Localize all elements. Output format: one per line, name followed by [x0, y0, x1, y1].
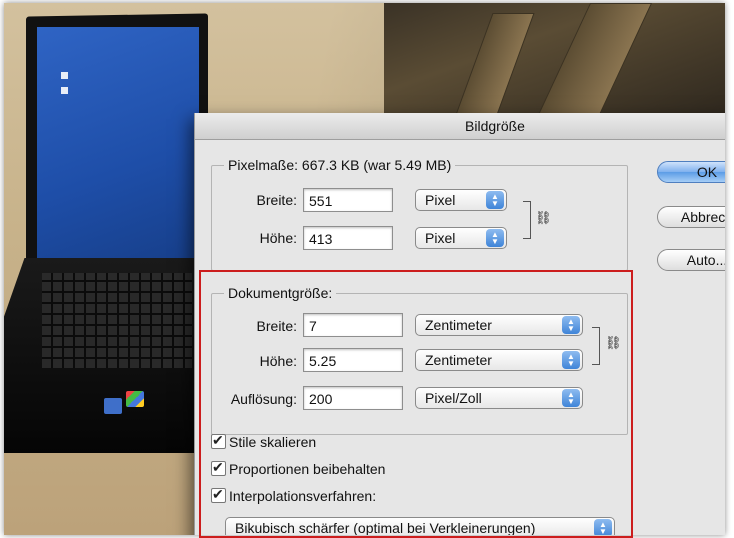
doc-width-label: Breite:: [256, 318, 297, 334]
checkbox-label: Proportionen beibehalten: [229, 461, 386, 477]
pixel-dimensions-group: Pixelmaße: 667.3 KB (war 5.49 MB): [211, 157, 628, 271]
interpolation-method-value: Bikubisch schärfer (optimal bei Verklein…: [235, 520, 536, 535]
resolution-field[interactable]: 200: [303, 386, 403, 410]
interpolation-method-popup[interactable]: Bikubisch schärfer (optimal bei Verklein…: [225, 517, 615, 535]
resolution-label: Auflösung:: [230, 391, 297, 407]
doc-height-unit-popup[interactable]: Zentimeter ▲ ▼: [415, 349, 583, 371]
dialog-titlebar[interactable]: Bildgröße: [195, 113, 725, 140]
checkbox-constrain-proportions[interactable]: Proportionen beibehalten: [211, 458, 386, 478]
dialog-title: Bildgröße: [465, 118, 525, 134]
laptop-keyboard: [42, 273, 192, 368]
pixel-height-field[interactable]: 413: [303, 226, 393, 250]
sticker-windows: [126, 391, 144, 407]
pixel-width-unit-popup[interactable]: Pixel ▲ ▼: [415, 189, 507, 211]
pixel-width-unit: Pixel: [425, 192, 456, 208]
link-bracket: [523, 201, 531, 239]
checkbox-label: Interpolationsverfahren:: [229, 488, 377, 504]
popup-arrows-icon: ▲ ▼: [562, 389, 580, 407]
pixel-height-label: Höhe:: [259, 230, 297, 246]
resolution-unit: Pixel/Zoll: [425, 390, 482, 406]
popup-arrows-icon: ▲ ▼: [562, 351, 580, 369]
image-size-dialog: Bildgröße Pixelmaße: 667.3 KB (war 5.49 …: [194, 113, 725, 535]
doc-width-field[interactable]: 7: [303, 313, 403, 337]
doc-height-field[interactable]: 5.25: [303, 348, 403, 372]
checkmark-icon[interactable]: [211, 431, 226, 449]
checkmark-icon[interactable]: [211, 485, 226, 503]
popup-arrows-icon: ▲ ▼: [562, 316, 580, 334]
cancel-button[interactable]: Abbrech: [657, 206, 725, 228]
desktop-icon: [61, 72, 68, 79]
doc-width-unit: Zentimeter: [425, 317, 492, 333]
resolution-unit-popup[interactable]: Pixel/Zoll ▲ ▼: [415, 387, 583, 409]
pixel-height-unit: Pixel: [425, 230, 456, 246]
auto-button[interactable]: Auto...: [657, 249, 725, 271]
screenshot-frame: Bildgröße Pixelmaße: 667.3 KB (war 5.49 …: [4, 3, 725, 535]
doc-height-unit: Zentimeter: [425, 352, 492, 368]
checkbox-resample[interactable]: Interpolationsverfahren:: [211, 485, 377, 505]
doc-width-unit-popup[interactable]: Zentimeter ▲ ▼: [415, 314, 583, 336]
doc-height-label: Höhe:: [259, 353, 297, 369]
pixel-dimensions-legend: Pixelmaße: 667.3 KB (war 5.49 MB): [228, 157, 452, 173]
link-chain-icon: ⛓: [605, 335, 622, 350]
checkbox-label: Stile skalieren: [229, 434, 317, 450]
document-size-legend: Dokumentgröße:: [228, 285, 333, 301]
ok-button[interactable]: OK: [657, 161, 725, 183]
laptop-screen: [37, 27, 199, 259]
popup-arrows-icon: ▲ ▼: [486, 191, 504, 209]
checkbox-scale-styles[interactable]: Stile skalieren: [211, 431, 317, 451]
sticker-intel: [104, 398, 122, 414]
pixel-width-field[interactable]: 551: [303, 188, 393, 212]
link-bracket: [592, 327, 600, 365]
desktop-icon: [61, 87, 68, 94]
pixel-width-label: Breite:: [256, 192, 297, 208]
pixel-height-unit-popup[interactable]: Pixel ▲ ▼: [415, 227, 507, 249]
popup-arrows-icon: ▲ ▼: [594, 519, 612, 535]
link-chain-icon: ⛓: [535, 210, 552, 225]
checkmark-icon[interactable]: [211, 458, 226, 476]
popup-arrows-icon: ▲ ▼: [486, 229, 504, 247]
